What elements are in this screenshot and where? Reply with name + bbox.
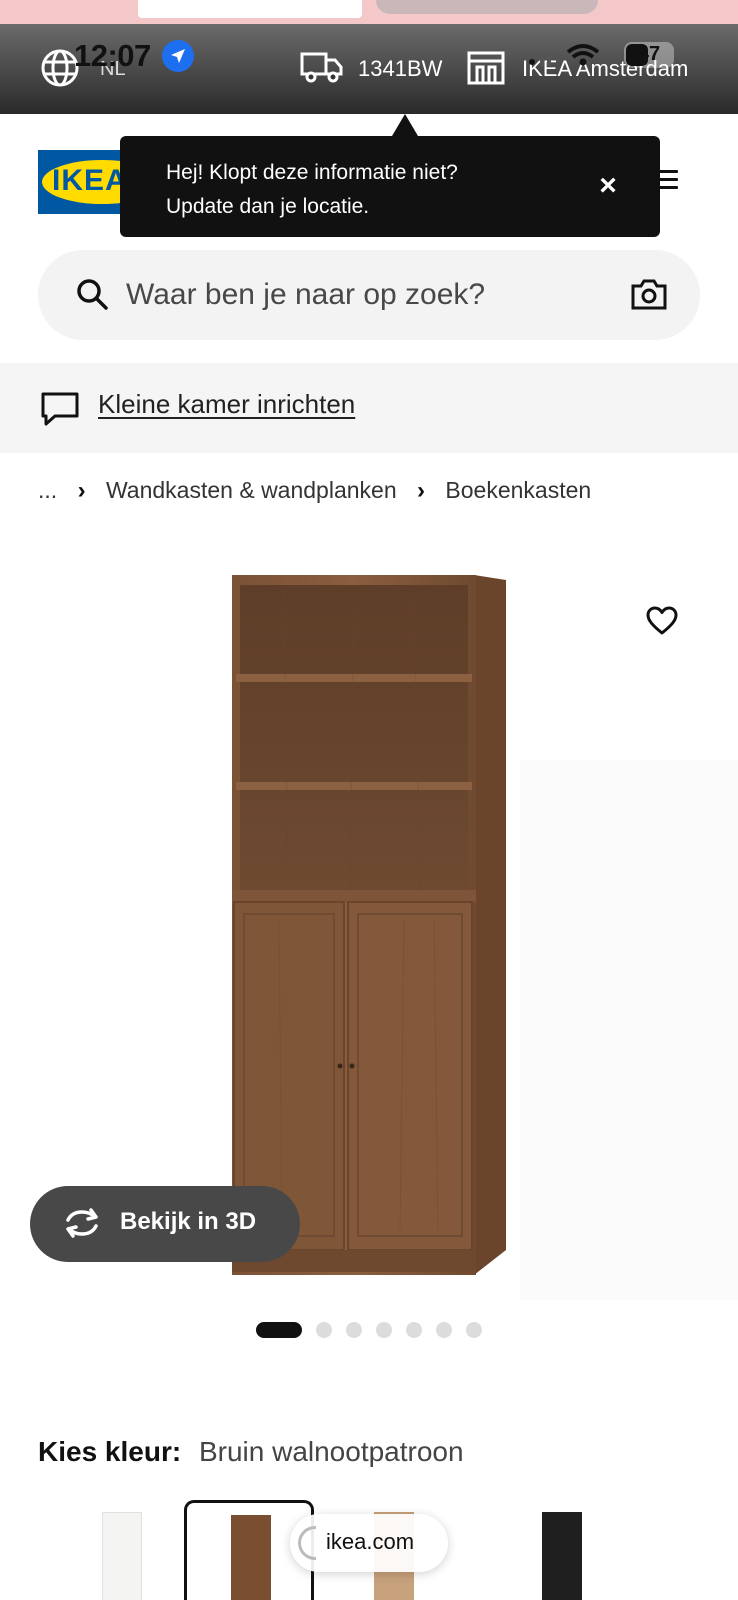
view-3d-button[interactable]: Bekijk in 3D bbox=[30, 1186, 300, 1262]
store-icon[interactable] bbox=[466, 50, 506, 86]
swatch-thumbnail bbox=[102, 1512, 142, 1600]
browser-url-bar[interactable]: ikea.com bbox=[290, 1514, 448, 1572]
pagination-dot[interactable] bbox=[316, 1322, 332, 1338]
location-arrow-icon bbox=[162, 40, 194, 72]
search-input[interactable] bbox=[126, 270, 596, 320]
product-image-gallery[interactable]: Bekijk in 3D bbox=[0, 540, 738, 1300]
inspiration-banner: Kleine kamer inrichten bbox=[0, 363, 738, 453]
heart-icon bbox=[646, 606, 678, 635]
url-text: ikea.com bbox=[326, 1529, 415, 1554]
swatch-thumbnail bbox=[231, 1515, 271, 1600]
choose-color-label: Kies kleur: bbox=[38, 1436, 182, 1467]
chat-bubble-icon bbox=[41, 392, 79, 426]
pagination-dot[interactable] bbox=[346, 1322, 362, 1338]
tooltip-arrow bbox=[392, 114, 418, 136]
tooltip-message: Hej! Klopt deze informatie niet? Update … bbox=[166, 156, 566, 224]
tab-switch-icon bbox=[298, 1526, 316, 1560]
pagination-dot[interactable] bbox=[406, 1322, 422, 1338]
pagination-dot[interactable] bbox=[436, 1322, 452, 1338]
logo-text: IKEA bbox=[52, 164, 128, 197]
status-time: 12:07 bbox=[74, 38, 151, 73]
camera-icon[interactable] bbox=[630, 276, 668, 312]
location-tooltip: Hej! Klopt deze informatie niet? Update … bbox=[120, 136, 660, 237]
search-icon[interactable] bbox=[74, 276, 112, 314]
pagination-dot[interactable] bbox=[256, 1322, 302, 1338]
tooltip-line-2: Update dan je locatie. bbox=[166, 195, 370, 218]
rotate-3d-icon bbox=[66, 1208, 98, 1238]
search-bar[interactable] bbox=[38, 250, 700, 340]
pagination-dot[interactable] bbox=[376, 1322, 392, 1338]
swatch-thumbnail bbox=[542, 1512, 582, 1600]
promo-pill[interactable] bbox=[138, 0, 362, 18]
pagination-dot[interactable] bbox=[466, 1322, 482, 1338]
truck-icon[interactable] bbox=[300, 50, 344, 86]
tooltip-line-1: Hej! Klopt deze informatie niet? bbox=[166, 161, 458, 184]
view-3d-label: Bekijk in 3D bbox=[120, 1208, 257, 1235]
breadcrumb: ... › Wandkasten & wandplanken › Boekenk… bbox=[38, 476, 591, 505]
battery-indicator: 47 bbox=[624, 42, 674, 68]
color-swatch-black[interactable] bbox=[498, 1500, 628, 1600]
breadcrumb-wandkasten[interactable]: Wandkasten & wandplanken bbox=[106, 477, 397, 504]
small-room-link[interactable]: Kleine kamer inrichten bbox=[98, 389, 355, 420]
breadcrumb-boekenkasten[interactable]: Boekenkasten bbox=[445, 477, 591, 504]
color-swatch-white[interactable] bbox=[58, 1500, 188, 1600]
color-selector-label: Kies kleur: Bruin walnootpatroon bbox=[38, 1436, 464, 1468]
product-image[interactable] bbox=[224, 570, 514, 1280]
battery-level: 47 bbox=[637, 43, 661, 65]
favorite-button[interactable] bbox=[630, 590, 694, 654]
chevron-right-icon: › bbox=[417, 476, 426, 504]
ikea-logo[interactable]: IKEA bbox=[38, 150, 132, 214]
close-icon[interactable]: × bbox=[588, 166, 628, 206]
chevron-right-icon: › bbox=[77, 476, 86, 504]
selected-color-name: Bruin walnootpatroon bbox=[198, 1436, 464, 1467]
signal-wifi-icons bbox=[529, 44, 600, 66]
breadcrumb-more[interactable]: ... bbox=[38, 477, 57, 504]
location-bar: NL 12:07 1341BW IKEA Amsterdam 47 bbox=[0, 24, 738, 114]
postcode-label[interactable]: 1341BW bbox=[358, 56, 442, 82]
promo-pill-secondary[interactable] bbox=[376, 0, 598, 14]
promo-strip bbox=[0, 0, 738, 24]
